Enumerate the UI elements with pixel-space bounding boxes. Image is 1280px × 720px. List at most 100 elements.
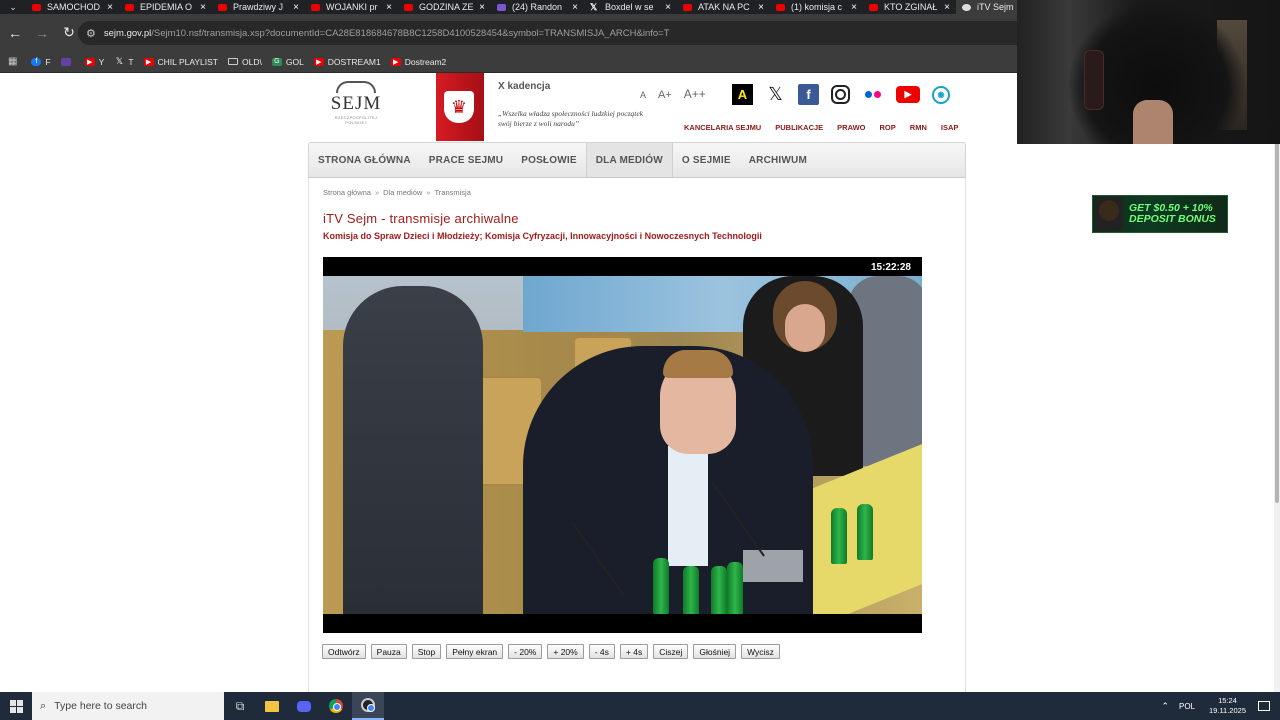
sejm-logo[interactable]: SEJM RZECZPOSPOLITEJ POLSKIEJ (324, 81, 388, 133)
browser-tab[interactable]: (24) Randon × (491, 0, 584, 14)
facebook-icon[interactable]: f (798, 84, 819, 105)
back-icon[interactable]: ← (3, 21, 27, 45)
tray-chevron-icon[interactable]: ⌃ (1161, 701, 1169, 712)
wz-icon[interactable]: ◉ (932, 85, 950, 104)
browser-tab[interactable]: GODZINA ZE × (398, 0, 491, 14)
youtube-icon[interactable]: ▶ (896, 86, 920, 103)
browser-tab[interactable]: WOJANKI pr × (305, 0, 398, 14)
bookmark-item[interactable] (60, 57, 75, 67)
chrome-icon[interactable] (320, 692, 352, 720)
video-player[interactable]: 15:22:28 (323, 257, 922, 633)
youtube-icon (683, 3, 692, 11)
youtube-icon (404, 3, 413, 11)
stop-button[interactable]: Stop (411, 644, 442, 659)
nav-archiwum[interactable]: ARCHIWUM (740, 143, 816, 177)
close-tab-icon[interactable]: × (386, 2, 392, 13)
task-view-icon[interactable]: ⧉ (224, 692, 256, 720)
close-tab-icon[interactable]: × (944, 2, 950, 13)
eagle-emblem-icon: ♛ (444, 91, 474, 123)
zoom-in-button[interactable]: + 20% (547, 644, 584, 659)
nav-o-sejmie[interactable]: O SEJMIE (673, 143, 740, 177)
close-tab-icon[interactable]: × (107, 2, 113, 13)
taskbar-search[interactable]: ⌕ Type here to search (32, 692, 224, 720)
ad-banner[interactable]: GET $0.50 + 10% DEPOSIT BONUS (1092, 195, 1228, 233)
browser-tab[interactable]: SAMOCHOD × (26, 0, 119, 14)
system-tray: ⌃ POL 15:24 19.11.2025 (1161, 692, 1280, 720)
tab-search-icon[interactable]: ⌄ (0, 0, 26, 14)
apps-grid-icon[interactable]: ▦ (8, 56, 17, 67)
browser-tab[interactable]: KTO ZGINAŁ × (863, 0, 956, 14)
breadcrumb-separator: » (426, 188, 431, 197)
browser-tab[interactable]: Prawdziwy J × (212, 0, 305, 14)
discord-icon[interactable] (288, 692, 320, 720)
browser-tab[interactable]: ATAK NA PC × (677, 0, 770, 14)
nav-home[interactable]: STRONA GŁÓWNA (309, 143, 420, 177)
close-tab-icon[interactable]: × (293, 2, 299, 13)
pause-button[interactable]: Pauza (370, 644, 407, 659)
link-kancelaria[interactable]: KANCELARIA SEJMU (684, 123, 761, 132)
tab-title: WOJANKI pr (326, 2, 378, 12)
language-indicator[interactable]: POL (1179, 702, 1195, 711)
font-size-larger[interactable]: A+ (658, 89, 672, 101)
close-tab-icon[interactable]: × (758, 2, 764, 13)
fullscreen-button[interactable]: Pełny ekran (446, 644, 504, 659)
youtube-icon (125, 3, 134, 11)
start-button[interactable] (0, 692, 32, 720)
contrast-icon[interactable]: A (732, 84, 753, 105)
breadcrumb-home[interactable]: Strona główna (323, 188, 371, 197)
breadcrumb-media[interactable]: Dla mediów (383, 188, 422, 197)
x-icon: 𝕏 (115, 56, 123, 66)
bookmark-item[interactable]: OLD\ (228, 57, 262, 67)
video-frame[interactable] (323, 276, 922, 614)
bookmark-item[interactable]: ▶ Dostream2 (390, 57, 446, 67)
bookmark-item[interactable]: 𝕏T (114, 56, 134, 67)
zoom-out-button[interactable]: - 20% (508, 644, 543, 659)
rewind-button[interactable]: - 4s (588, 644, 615, 659)
volume-up-button[interactable]: Głośniej (693, 644, 737, 659)
site-info-icon[interactable]: ⚙ (86, 27, 96, 40)
clock[interactable]: 15:24 19.11.2025 (1209, 696, 1246, 716)
sejm-icon (962, 3, 971, 11)
close-tab-icon[interactable]: × (200, 2, 206, 13)
link-rop[interactable]: ROP (880, 123, 896, 132)
nav-dla-mediow[interactable]: DLA MEDIÓW (585, 143, 673, 177)
bookmark-item[interactable]: fF (31, 57, 51, 67)
browser-tab[interactable]: (1) komisja c × (770, 0, 863, 14)
link-publikacje[interactable]: PUBLIKACJE (775, 123, 823, 132)
mute-button[interactable]: Wycisz (741, 644, 780, 659)
file-explorer-icon[interactable] (256, 692, 288, 720)
tab-title: Boxdel w se (605, 2, 654, 12)
bookmark-item[interactable]: ▶ Y (84, 57, 104, 67)
folder-icon (228, 58, 238, 65)
notifications-icon[interactable] (1258, 701, 1270, 711)
close-tab-icon[interactable]: × (665, 2, 671, 13)
close-tab-icon[interactable]: × (851, 2, 857, 13)
link-isap[interactable]: ISAP (941, 123, 959, 132)
instagram-icon[interactable] (831, 85, 850, 104)
browser-tab[interactable]: 𝕏 Boxdel w se × (584, 0, 677, 14)
forward-button[interactable]: + 4s (619, 644, 649, 659)
nav-poslowie[interactable]: POSŁOWIE (512, 143, 586, 177)
forward-icon[interactable]: → (30, 21, 54, 45)
close-tab-icon[interactable]: × (479, 2, 485, 13)
link-prawo[interactable]: PRAWO (837, 123, 865, 132)
font-size-largest[interactable]: A++ (684, 87, 706, 101)
link-rmn[interactable]: RMN (910, 123, 927, 132)
x-icon[interactable]: 𝕏 (765, 84, 786, 105)
browser-tab[interactable]: EPIDEMIA O × (119, 0, 212, 14)
page-scrollbar[interactable] (1274, 73, 1280, 692)
nav-prace-sejmu[interactable]: PRACE SEJMU (420, 143, 512, 177)
bookmark-item[interactable]: ▶ CHIL PLAYLIST (143, 57, 218, 67)
video-bottle (653, 558, 669, 614)
search-icon: ⌕ (40, 699, 47, 712)
volume-down-button[interactable]: Ciszej (653, 644, 689, 659)
youtube-icon (776, 3, 785, 11)
bookmark-item[interactable]: G GOL (271, 57, 304, 67)
flickr-icon[interactable] (862, 84, 884, 105)
close-tab-icon[interactable]: × (572, 2, 578, 13)
bookmark-item[interactable]: ▶ DOSTREAM1 (313, 57, 381, 67)
font-size-normal[interactable]: A (640, 90, 646, 100)
scrollbar-thumb[interactable] (1275, 143, 1279, 503)
obs-icon[interactable] (352, 692, 384, 720)
play-button[interactable]: Odtwórz (322, 644, 366, 659)
